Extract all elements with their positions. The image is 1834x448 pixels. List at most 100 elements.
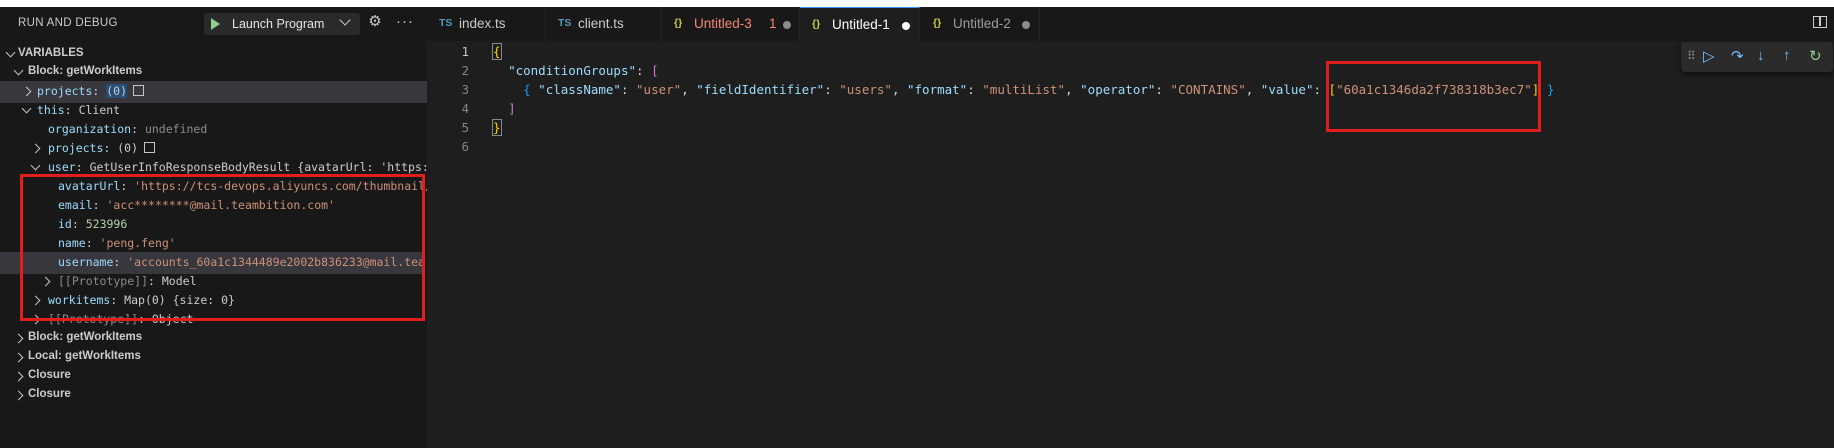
code-line-1: { xyxy=(492,43,502,60)
scope-label: Block: getWorkItems xyxy=(28,331,143,343)
chevron-right-icon xyxy=(13,390,24,401)
chevron-down-icon xyxy=(21,103,32,114)
json-value: "60a1c1346da2f738318b3ec7" xyxy=(1336,82,1532,97)
variable-name: id xyxy=(58,217,72,231)
variable-value: 'https://tcs-devops.aliyuncs.com/thumbna… xyxy=(134,179,427,193)
json-value: "multiList" xyxy=(982,82,1066,97)
variable-value: Client xyxy=(78,103,121,117)
json-value: "CONTAINS" xyxy=(1170,82,1246,97)
variable-name: avatarUrl xyxy=(58,179,121,193)
unsaved-dot-icon[interactable] xyxy=(1022,21,1030,29)
bracket: ] xyxy=(1531,82,1540,97)
chevron-right-icon xyxy=(21,86,32,97)
chevron-right-icon xyxy=(13,333,24,344)
variable-name: organization xyxy=(48,122,132,136)
step-into-icon[interactable]: ↓ xyxy=(1757,47,1765,64)
variable-name: projects xyxy=(37,84,93,98)
json-key: "fieldIdentifier" xyxy=(696,82,825,97)
chevron-right-icon xyxy=(30,295,41,306)
json-icon: {} xyxy=(674,17,683,29)
tab-untitled-2[interactable]: {} Untitled-2 xyxy=(921,7,1040,41)
variable-value: (0) xyxy=(106,84,128,98)
more-actions-icon[interactable]: ··· xyxy=(396,13,414,30)
section-title: VARIABLES xyxy=(18,47,84,59)
chevron-down-icon xyxy=(30,160,41,171)
variable-value: 523996 xyxy=(85,217,128,231)
variable-value: (0) xyxy=(117,141,139,155)
debug-toolbar: ⠿ ▷ ↷ ↓ ↑ ↻ xyxy=(1681,42,1833,72)
chevron-right-icon xyxy=(30,314,41,325)
json-key: "operator" xyxy=(1080,82,1156,97)
tab-index-ts[interactable]: TS index.ts xyxy=(427,7,546,41)
variable-value: Model xyxy=(161,274,197,288)
launch-config-dropdown[interactable]: Launch Program xyxy=(204,13,360,35)
variable-name: this xyxy=(37,103,65,117)
bracket: [ xyxy=(651,63,659,78)
unsaved-dot-icon[interactable] xyxy=(902,22,910,30)
variable-name: name xyxy=(58,236,86,250)
launch-config-label: Launch Program xyxy=(232,17,325,31)
bracket: [ xyxy=(1328,82,1337,97)
sidebar-header: RUN AND DEBUG Launch Program ⚙ ··· xyxy=(0,7,427,41)
continue-icon[interactable]: ▷ xyxy=(1703,47,1715,65)
tab-label: Untitled-2 xyxy=(953,16,1011,31)
json-key: "conditionGroups" xyxy=(508,63,636,78)
tab-client-ts[interactable]: TS client.ts xyxy=(546,7,662,41)
variable-name: projects xyxy=(48,141,104,155)
typescript-icon: TS xyxy=(558,17,572,29)
step-over-icon[interactable]: ↷ xyxy=(1731,47,1744,65)
chevron-right-icon xyxy=(13,352,24,363)
line-number: 3 xyxy=(461,82,469,97)
scope-label: Local: getWorkItems xyxy=(28,350,141,362)
json-key: "format" xyxy=(907,82,968,97)
restart-icon[interactable]: ↻ xyxy=(1809,47,1822,65)
line-number: 5 xyxy=(461,120,469,135)
unsaved-dot-icon[interactable] xyxy=(783,21,791,29)
chevron-right-icon xyxy=(30,143,41,154)
array-icon xyxy=(144,142,156,153)
json-key: "value" xyxy=(1260,82,1314,97)
problem-count-badge: 1 xyxy=(769,16,777,31)
variable-value: 'accounts_60a1c1344489e2002b836233@mail.… xyxy=(127,255,425,269)
tab-untitled-3[interactable]: {} Untitled-3 1 xyxy=(662,7,800,41)
code-editor[interactable]: 1 2 3 4 5 6 { "conditionGroups": [ { "cl… xyxy=(427,41,1834,448)
scope-label: Block: getWorkItems xyxy=(28,65,143,77)
sidebar-title: RUN AND DEBUG xyxy=(18,17,118,29)
json-icon: {} xyxy=(933,17,942,29)
gear-icon[interactable]: ⚙ xyxy=(368,14,382,29)
tab-untitled-1[interactable]: {} Untitled-1 xyxy=(800,7,920,41)
tab-label: index.ts xyxy=(459,16,506,31)
array-icon xyxy=(133,85,145,96)
line-number: 2 xyxy=(461,63,469,78)
chevron-down-icon[interactable] xyxy=(339,14,351,26)
drag-handle-icon[interactable]: ⠿ xyxy=(1687,49,1696,63)
tab-label: client.ts xyxy=(578,16,624,31)
code-line-5: } xyxy=(492,119,502,136)
chevron-down-icon xyxy=(5,47,16,58)
scope-row[interactable]: Closure xyxy=(0,385,427,407)
scope-label: Closure xyxy=(28,369,71,381)
tab-label: Untitled-1 xyxy=(832,17,890,32)
line-number: 1 xyxy=(461,44,469,59)
code-line-4: ] xyxy=(493,101,516,116)
brace: } xyxy=(1546,82,1555,97)
split-editor-icon[interactable] xyxy=(1813,16,1827,28)
variable-name: workitems xyxy=(48,293,111,307)
scope-label: Closure xyxy=(28,388,71,400)
variable-name: username xyxy=(58,255,114,269)
variable-name: [[Prototype]] xyxy=(48,312,139,326)
start-debugging-icon[interactable] xyxy=(211,18,220,30)
step-out-icon[interactable]: ↑ xyxy=(1783,47,1791,64)
typescript-icon: TS xyxy=(439,17,453,29)
json-icon: {} xyxy=(812,18,821,30)
brace: } xyxy=(492,119,502,136)
tab-label: Untitled-3 xyxy=(694,16,752,31)
line-number: 4 xyxy=(461,101,469,116)
variable-value: 'acc********@mail.teambition.com' xyxy=(106,198,335,212)
line-number: 6 xyxy=(461,139,469,154)
code-line-3: { "className": "user", "fieldIdentifier"… xyxy=(523,82,1555,97)
brace: { xyxy=(523,82,531,97)
variable-value: 'peng.feng' xyxy=(99,236,176,250)
editor-tab-bar: TS index.ts TS client.ts {} Untitled-3 1… xyxy=(427,7,1834,41)
json-value: "users" xyxy=(839,82,892,97)
